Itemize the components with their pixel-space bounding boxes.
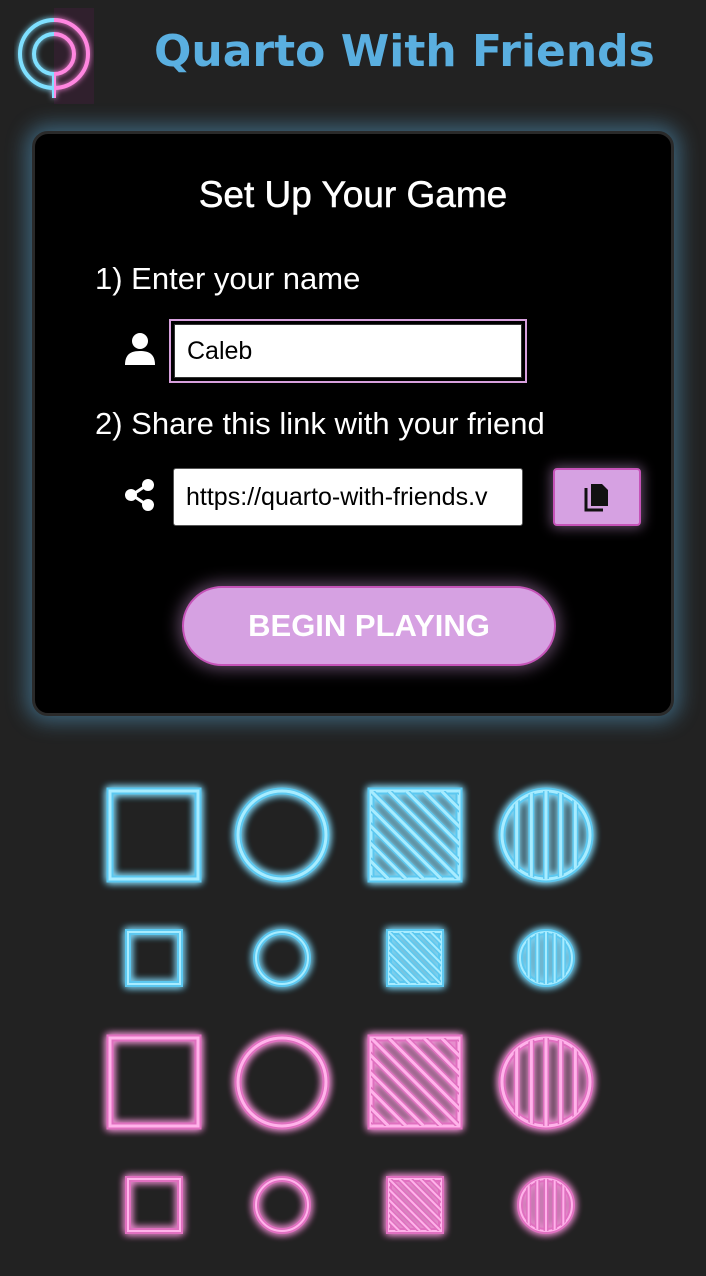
copy-icon	[584, 484, 608, 512]
piece-blue-small-hollow-square[interactable]	[125, 929, 183, 987]
neon-q-logo-icon[interactable]	[14, 8, 94, 104]
step2-label: 2) Share this link with your friend	[95, 406, 545, 441]
share-link-input[interactable]	[173, 468, 523, 526]
setup-title: Set Up Your Game	[198, 174, 508, 216]
piece-pink-large-hollow-circle[interactable]	[234, 1034, 330, 1130]
piece-blue-large-striped-circle[interactable]	[498, 787, 594, 883]
piece-pink-small-hollow-circle[interactable]	[253, 1176, 311, 1234]
step1-label: 1) Enter your name	[95, 261, 361, 296]
user-icon	[125, 333, 155, 365]
piece-pink-small-striped-square[interactable]	[327, 1176, 504, 1234]
piece-blue-small-hollow-circle[interactable]	[253, 929, 311, 987]
name-field-focus-ring	[169, 319, 527, 383]
piece-pink-large-hollow-square[interactable]	[106, 1034, 202, 1130]
piece-pink-small-hollow-square[interactable]	[125, 1176, 183, 1234]
app-title: Quarto With Friends	[154, 26, 655, 77]
copy-link-button[interactable]	[553, 468, 641, 526]
setup-card: Set Up Your Game 1) Enter your name 2) S…	[32, 131, 674, 716]
begin-playing-button[interactable]: BEGIN PLAYING	[182, 586, 556, 666]
piece-pink-large-striped-circle[interactable]	[498, 1034, 594, 1130]
piece-pink-small-striped-circle[interactable]	[517, 1176, 575, 1234]
quarto-pieces-display	[106, 787, 594, 1234]
app-header: Quarto With Friends	[0, 0, 706, 110]
share-icon	[125, 479, 154, 511]
piece-blue-large-hollow-circle[interactable]	[234, 787, 330, 883]
piece-blue-small-striped-circle[interactable]	[517, 929, 575, 987]
name-input[interactable]	[174, 324, 522, 378]
piece-blue-small-striped-square[interactable]	[327, 929, 504, 987]
piece-blue-large-hollow-square[interactable]	[106, 787, 202, 883]
